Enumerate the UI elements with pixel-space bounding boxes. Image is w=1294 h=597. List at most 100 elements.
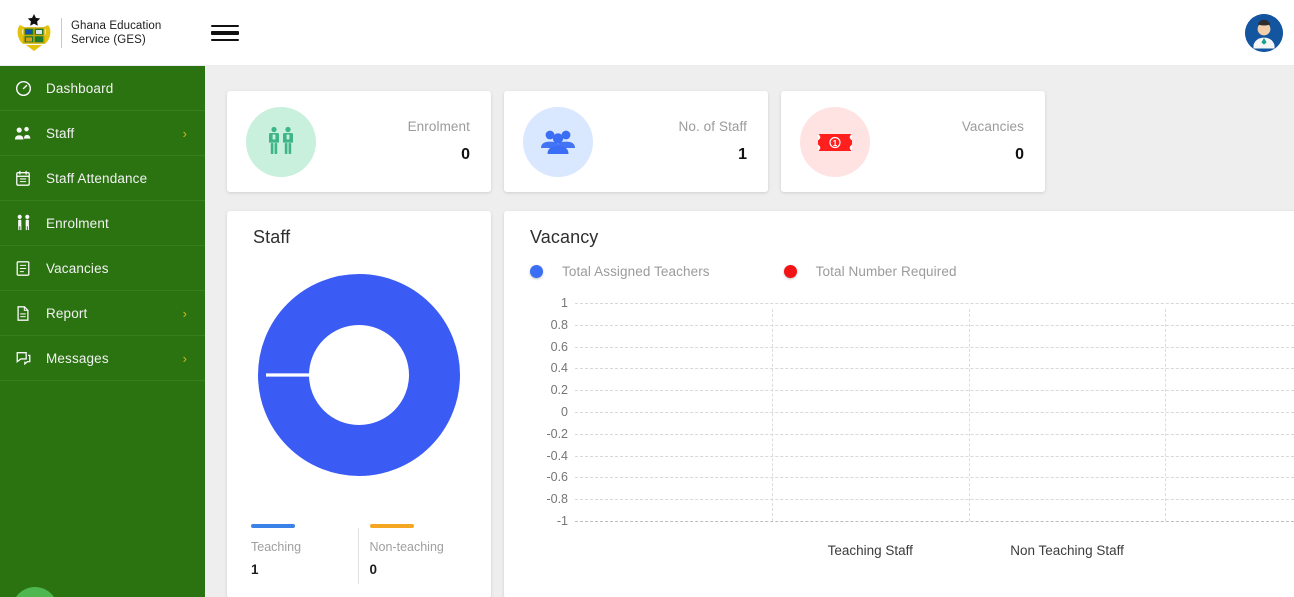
gridline-horizontal: [575, 324, 1294, 326]
gridline-horizontal: [575, 477, 1294, 479]
main-content: Enrolment 0 No. of Staff 1 1 Vacancies 0…: [205, 66, 1294, 597]
stat-card-row: Enrolment 0 No. of Staff 1 1 Vacancies 0: [227, 91, 1058, 192]
x-axis-tick: Non Teaching Staff: [1010, 543, 1124, 558]
y-axis-tick: -0.4: [546, 448, 568, 463]
legend-value: 0: [369, 562, 378, 577]
gridline-horizontal: [575, 303, 1294, 304]
avatar-image: [1245, 14, 1283, 52]
stat-title: No. of Staff: [678, 119, 747, 134]
chevron-right-icon: ›: [182, 306, 187, 321]
legend-item-teaching[interactable]: Teaching 1: [251, 524, 349, 577]
legend-label: Non-teaching: [369, 540, 444, 554]
sidebar-item-dashboard[interactable]: Dashboard: [0, 66, 205, 111]
gridline-horizontal: [575, 455, 1294, 457]
gridline-horizontal: [575, 368, 1294, 370]
students-pair-icon: [269, 126, 293, 154]
y-axis-tick: -0.2: [546, 426, 568, 441]
y-axis-tick: 0: [561, 405, 568, 419]
sidebar-item-staff-attendance[interactable]: Staff Attendance: [0, 156, 205, 201]
group-people-icon: [541, 130, 575, 154]
people-icon: [0, 125, 46, 142]
stat-icon-bubble: [523, 106, 593, 177]
brand-name: Ghana Education Service (GES): [71, 19, 162, 46]
stat-text-block: No. of Staff 1: [593, 119, 748, 164]
panel-title: Vacancy: [530, 227, 599, 247]
user-avatar[interactable]: [1245, 14, 1283, 52]
stat-value: 0: [461, 146, 470, 163]
brand-logo-block[interactable]: Ghana Education Service (GES): [12, 11, 161, 55]
dashboard-page: Ghana Education Service (GES) Dashboard: [0, 0, 1294, 597]
list-document-icon: [0, 260, 46, 277]
gridline-horizontal: [575, 412, 1294, 413]
students-icon: [0, 214, 46, 232]
sidebar-decoration-circle: [12, 587, 58, 597]
stat-text-block: Vacancies 0: [870, 119, 1024, 164]
sidebar-item-label: Dashboard: [46, 80, 114, 96]
sidebar-item-label: Messages: [46, 350, 109, 366]
banknote-icon: 1: [818, 133, 852, 151]
svg-text:1: 1: [833, 139, 838, 148]
staff-donut-chart[interactable]: [257, 273, 461, 477]
staff-panel: Staff Teaching 1 Non-teaching 0: [227, 211, 491, 597]
chevron-right-icon: ›: [182, 126, 187, 141]
hamburger-menu-icon[interactable]: [209, 20, 241, 46]
chat-bubble-icon: [0, 350, 46, 367]
legend-item-non-teaching[interactable]: Non-teaching 0: [349, 524, 468, 577]
legend-divider: [358, 528, 359, 584]
gridline-vertical: [771, 309, 773, 521]
chevron-right-icon: ›: [182, 351, 187, 366]
gridline-vertical: [968, 309, 970, 521]
brand-divider: [61, 17, 62, 48]
sidebar-item-label: Report: [46, 305, 88, 321]
stat-card-no-of-staff[interactable]: No. of Staff 1: [504, 91, 768, 192]
report-document-icon: [0, 305, 46, 322]
legend-item-total-number-required[interactable]: Total Number Required: [783, 264, 957, 279]
sidebar-item-vacancies[interactable]: Vacancies: [0, 246, 205, 291]
vacancy-chart-plot[interactable]: 1 0.8 0.6 0.4 0.2 0 -0.2 -0.4 -0.6 -0.8 -1 Teachin…: [530, 296, 1294, 558]
sidebar-item-label: Staff Attendance: [46, 170, 148, 186]
sidebar-item-enrolment[interactable]: Enrolment: [0, 201, 205, 246]
panel-row: Staff Teaching 1 Non-teaching 0 Vacancy …: [227, 211, 1294, 597]
staff-legend: Teaching 1 Non-teaching 0: [227, 524, 491, 577]
top-header: Ghana Education Service (GES): [0, 0, 1294, 66]
ghana-coat-of-arms-icon: [17, 13, 51, 51]
sidebar-item-staff[interactable]: Staff ›: [0, 111, 205, 156]
sidebar-item-label: Staff: [46, 125, 75, 141]
legend-color-bar: [369, 524, 414, 528]
y-axis-tick: -0.8: [546, 492, 568, 507]
vacancy-panel: Vacancy Total Assigned Teachers Total Nu…: [504, 211, 1294, 597]
sidebar-item-report[interactable]: Report ›: [0, 291, 205, 336]
gridline-horizontal: [575, 433, 1294, 435]
sidebar-item-messages[interactable]: Messages ›: [0, 336, 205, 381]
x-axis-tick: Teaching Staff: [827, 543, 913, 558]
gridline-vertical: [1165, 309, 1167, 521]
stat-card-enrolment[interactable]: Enrolment 0: [227, 91, 491, 192]
legend-label: Teaching: [251, 540, 302, 554]
donut-svg: [258, 274, 460, 476]
legend-item-total-assigned-teachers[interactable]: Total Assigned Teachers: [530, 264, 710, 279]
vacancy-legend: Total Assigned Teachers Total Number Req…: [530, 264, 957, 279]
speedometer-icon: [0, 80, 46, 97]
panel-title: Staff: [253, 227, 291, 247]
gridline-horizontal: [575, 346, 1294, 348]
stat-title: Enrolment: [407, 119, 470, 134]
legend-color-bar: [251, 524, 295, 528]
stat-card-vacancies[interactable]: 1 Vacancies 0: [781, 91, 1045, 192]
gridline-horizontal: [575, 499, 1294, 501]
calendar-check-icon: [0, 170, 46, 187]
legend-value: 1: [251, 562, 259, 577]
stat-text-block: Enrolment 0: [316, 119, 470, 164]
stat-value: 1: [738, 146, 747, 163]
y-axis-tick: 0.2: [550, 383, 568, 398]
legend-dot-icon: [783, 265, 797, 278]
gridline-horizontal: [575, 390, 1294, 392]
sidebar-nav: Dashboard Staff › Staff Attendance Enrol…: [0, 66, 205, 597]
stat-icon-bubble: [246, 106, 316, 177]
y-axis-tick: 0.6: [550, 339, 568, 354]
chart-gridlines: [575, 303, 1294, 522]
sidebar-item-label: Enrolment: [46, 215, 109, 231]
stat-value: 0: [1015, 146, 1024, 163]
legend-dot-icon: [530, 265, 543, 278]
stat-title: Vacancies: [961, 119, 1024, 134]
gridline-horizontal: [575, 521, 1294, 522]
